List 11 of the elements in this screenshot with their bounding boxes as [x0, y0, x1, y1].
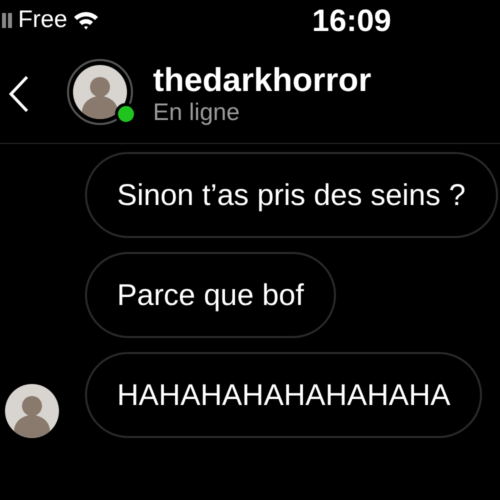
- signal-icon: [2, 12, 12, 28]
- carrier-name: Free: [18, 8, 68, 32]
- avatar-icon: [73, 64, 127, 118]
- back-icon[interactable]: [8, 74, 30, 112]
- message-bubble: Parce que bof: [85, 252, 336, 338]
- wifi-icon: [73, 10, 100, 30]
- presence-status: En ligne: [153, 98, 241, 126]
- clock-time: 16:09: [312, 4, 392, 36]
- username: thedarkhorror: [153, 60, 372, 98]
- message-bubble: Sinon t’as pris des seins ?: [85, 152, 498, 238]
- message-bubble: HAHAHAHAHAHAHAHA: [85, 352, 482, 438]
